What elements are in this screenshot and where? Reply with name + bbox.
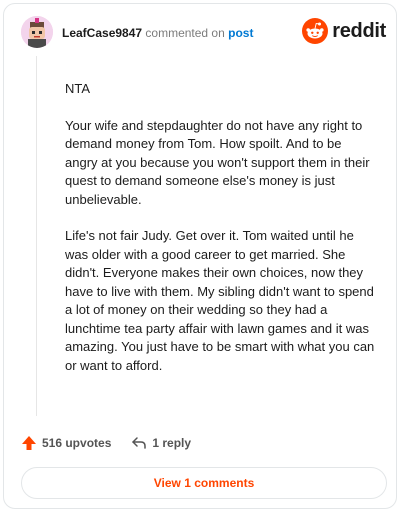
comment-header: LeafCase9847 commented on post reddit: [21, 16, 386, 52]
upvote-button[interactable]: 516 upvotes: [21, 435, 111, 451]
comment-meta: LeafCase9847 commented on post: [62, 26, 253, 40]
thread-line: [36, 56, 37, 416]
comment-paragraph: Life's not fair Judy. Get over it. Tom w…: [65, 228, 375, 373]
reddit-alien-icon: [302, 18, 329, 44]
post-link[interactable]: post: [228, 26, 253, 40]
commented-on-text: commented on: [145, 26, 225, 40]
username[interactable]: LeafCase9847: [62, 26, 142, 40]
comment-body: NTA Your wife and stepdaughter do not ha…: [65, 80, 377, 393]
reply-arrow-icon: [132, 437, 147, 449]
avatar-icon: [21, 16, 53, 48]
upvote-count: 516 upvotes: [42, 436, 112, 450]
upvote-arrow-icon: [22, 436, 36, 450]
comment-paragraph: NTA: [65, 81, 91, 96]
reply-count: 1 reply: [152, 436, 192, 450]
comment-actions: 516 upvotes 1 reply: [21, 432, 191, 454]
comment-card: LeafCase9847 commented on post reddit NT…: [3, 3, 397, 509]
user-avatar[interactable]: [21, 16, 53, 48]
reply-button[interactable]: 1 reply: [131, 435, 191, 451]
comment-paragraph: Your wife and stepdaughter do not have a…: [65, 117, 370, 207]
reddit-logo[interactable]: reddit: [302, 17, 386, 45]
view-comments-button[interactable]: View 1 comments: [21, 467, 387, 499]
logo-text: reddit: [332, 19, 386, 42]
